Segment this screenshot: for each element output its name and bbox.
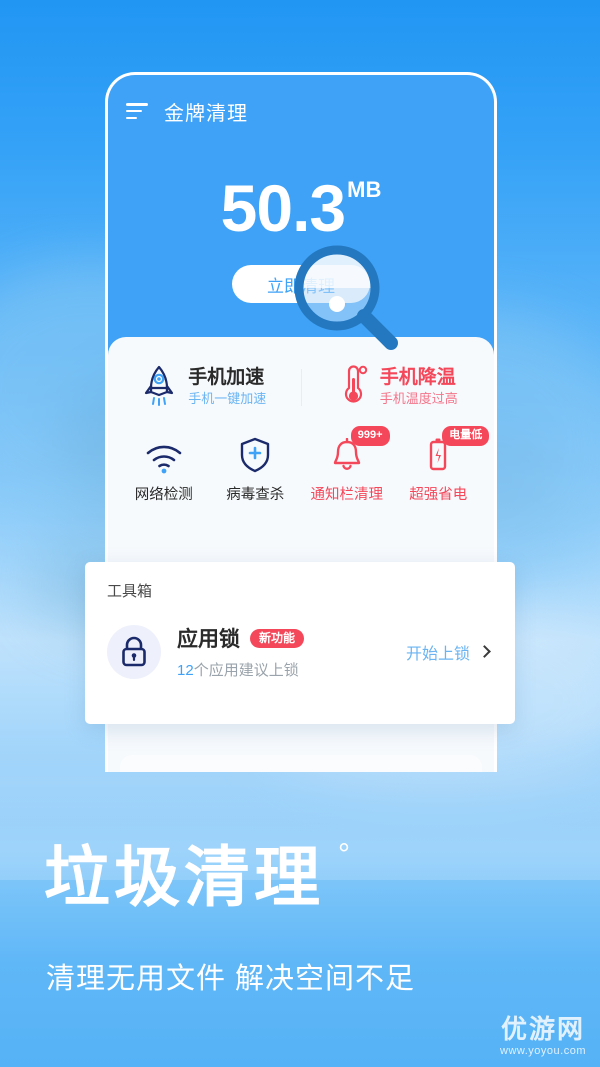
feature-subtitle: 手机温度过高	[379, 390, 458, 406]
grid-item-label: 网络检测	[134, 487, 193, 503]
toolbox-card: 工具箱 应用锁 新功能 12个应用建议上锁 开始上锁	[85, 562, 515, 724]
rocket-icon	[142, 364, 176, 411]
applock-row[interactable]: 应用锁 新功能 12个应用建议上锁 开始上锁	[107, 623, 493, 680]
grid-item-virus-scan[interactable]: 病毒查杀	[210, 434, 302, 504]
grid-item-label: 超强省电	[409, 487, 468, 503]
junk-size-display: 50.3MB	[108, 175, 494, 241]
grid-item-label: 病毒查杀	[226, 487, 285, 503]
applock-text: 应用锁 新功能 12个应用建议上锁	[177, 623, 406, 680]
grid-item-label: 通知栏清理	[310, 487, 384, 503]
toolbox-title: 工具箱	[107, 583, 153, 600]
similar-images-row[interactable]: 相似图片 一键清除相似无用图片 立即扫描	[120, 755, 482, 772]
grid-item-network-check[interactable]: 网络检测	[118, 434, 210, 504]
hamburger-menu-icon[interactable]	[126, 103, 148, 119]
promo-headline-mark: °	[338, 838, 354, 871]
thermometer-icon	[338, 363, 368, 412]
shield-plus-icon	[239, 434, 271, 474]
wifi-icon	[145, 434, 183, 474]
start-lock-label: 开始上锁	[405, 645, 470, 663]
feature-subtitle: 手机一键加速	[188, 390, 267, 406]
quick-actions-grid: 网络检测 病毒查杀 999+ 通知栏清理 电量低 超强省电	[108, 426, 494, 522]
grid-item-power-saving[interactable]: 电量低 超强省电	[393, 426, 490, 504]
promo-headline-text: 垃圾清理	[44, 840, 324, 914]
grid-item-badge: 999+	[350, 426, 390, 446]
promo-subhead: 清理无用文件 解决空间不足	[46, 963, 416, 995]
chevron-right-icon	[478, 645, 491, 658]
grid-item-badge: 电量低	[442, 426, 490, 446]
promo-headline: 垃圾清理 °	[44, 840, 354, 914]
magnifier-icon	[288, 238, 408, 358]
applock-badge: 新功能	[250, 628, 305, 648]
watermark-name: 优游网	[501, 1014, 586, 1044]
app-title: 金牌清理	[164, 102, 248, 125]
watermark: 优游网 www.yoyou.com	[500, 1016, 586, 1057]
applock-count: 12	[177, 662, 194, 679]
junk-size-value: 50.3	[220, 171, 346, 245]
grid-item-notification-clean[interactable]: 999+ 通知栏清理	[301, 426, 393, 504]
applock-name: 应用锁	[177, 628, 240, 651]
feature-title: 手机加速	[188, 367, 265, 389]
feature-phone-cooldown[interactable]: 手机降温 手机温度过高	[302, 363, 495, 412]
applock-subtitle: 12个应用建议上锁	[177, 659, 406, 680]
applock-count-suffix: 个应用建议上锁	[193, 662, 299, 679]
watermark-url: www.yoyou.com	[500, 1045, 586, 1057]
feature-phone-boost[interactable]: 手机加速 手机一键加速	[108, 363, 301, 412]
junk-size-unit: MB	[347, 177, 382, 202]
app-header: 金牌清理	[108, 75, 494, 147]
lock-icon	[107, 624, 161, 679]
feature-title: 手机降温	[379, 367, 456, 389]
start-lock-action[interactable]: 开始上锁	[406, 640, 493, 664]
